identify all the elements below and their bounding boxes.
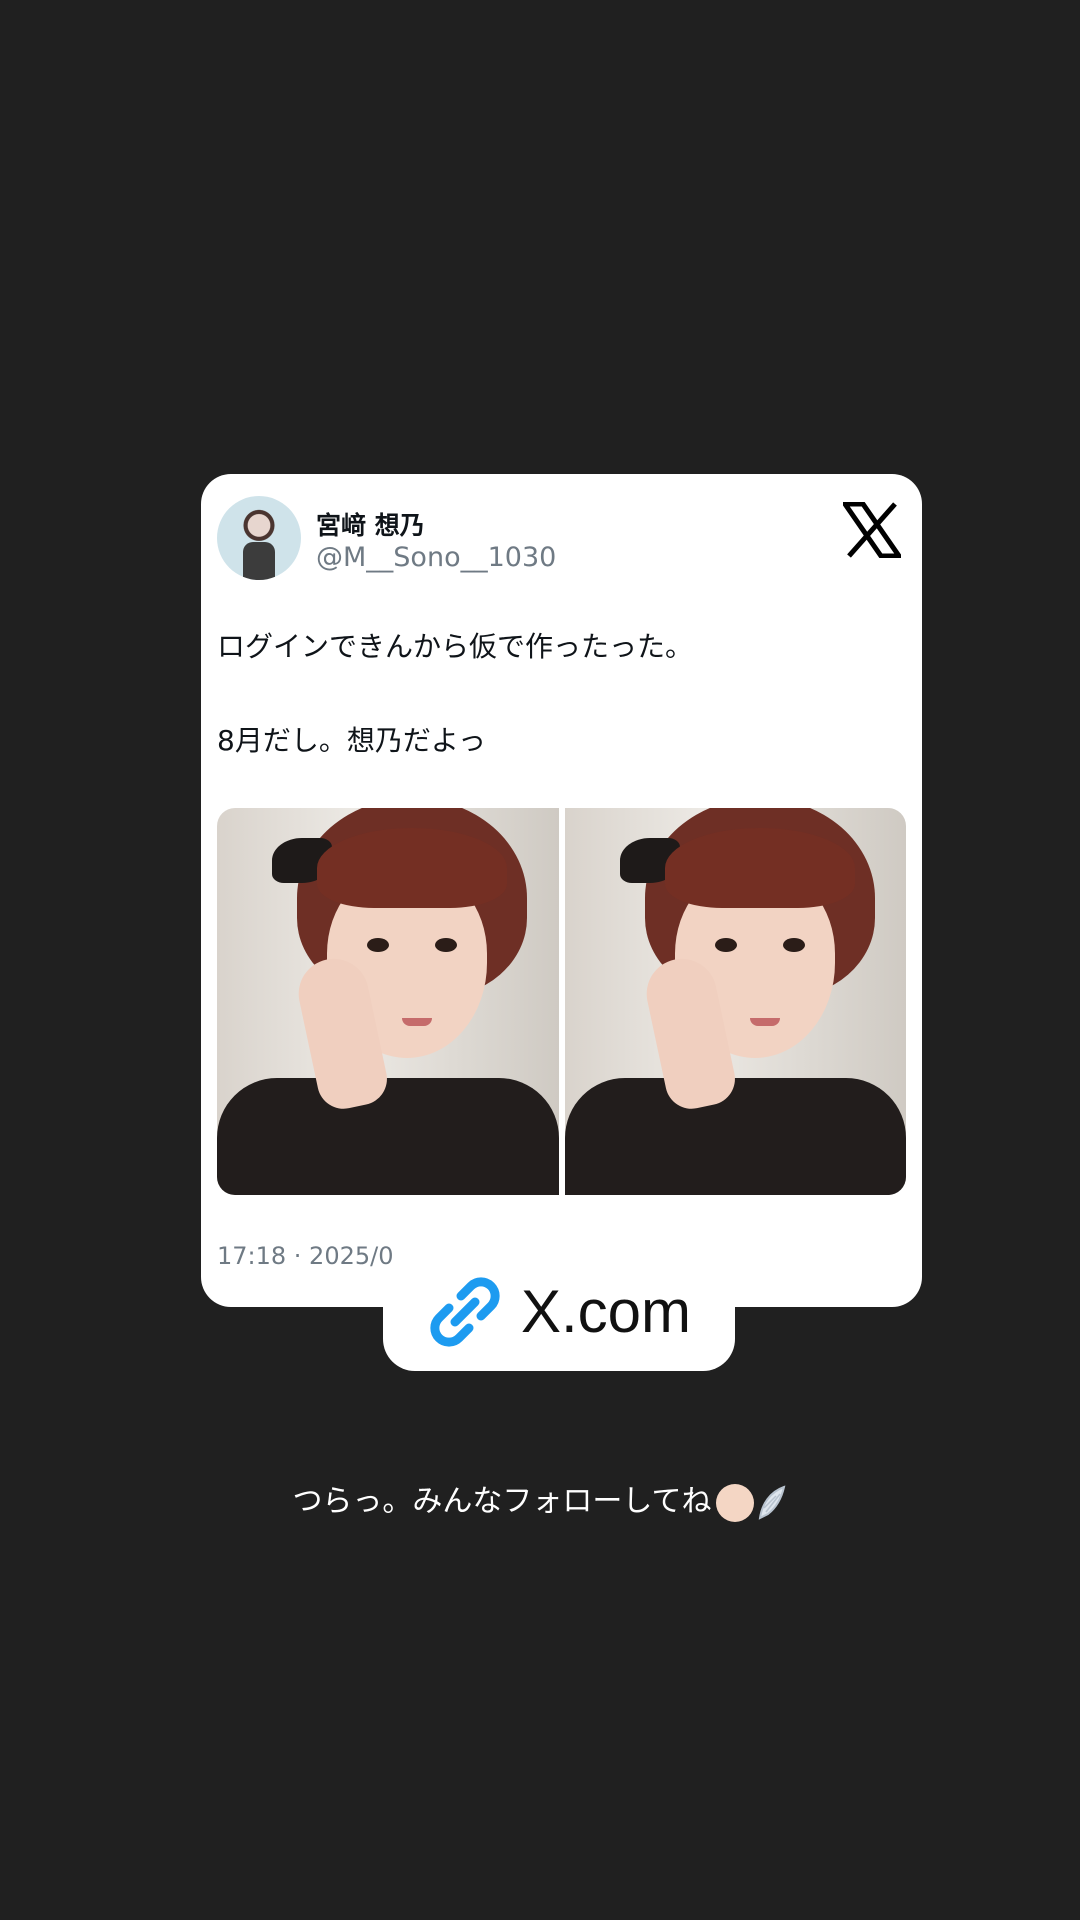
link-sticker[interactable]: X.com [383,1276,735,1371]
wing-emoji [758,1484,785,1520]
story-caption: つらっ。みんなフォローしてね [0,1476,1080,1522]
baby-face-emoji [715,1483,754,1522]
story-canvas: 宮﨑 想乃 @M__Sono__1030 ログインできんから仮で作ったった。 8… [0,0,1080,1920]
caption-text: つらっ。みんなフォローしてね [292,1484,712,1519]
user-handle: @M__Sono__1030 [316,542,557,573]
tweet-text: ログインできんから仮で作ったった。 8月だし。想乃だよっ [217,628,897,816]
link-sticker-label: X.com [520,1278,692,1345]
display-name: 宮﨑 想乃 [316,511,425,540]
tweet-text-line-2: 8月だし。想乃だよっ [217,724,486,757]
link-icon [430,1276,500,1347]
tweet-photos[interactable] [217,808,906,1195]
tweet-photo-1[interactable] [217,808,559,1195]
x-logo-icon [843,502,901,558]
profile-avatar[interactable] [217,496,301,580]
tweet-text-line-1: ログインできんから仮で作ったった。 [217,630,694,663]
tweet-photo-2[interactable] [564,808,906,1195]
tweet-card[interactable]: 宮﨑 想乃 @M__Sono__1030 ログインできんから仮で作ったった。 8… [201,474,922,1307]
tweet-timestamp: 17:18 · 2025/0 [217,1242,394,1270]
